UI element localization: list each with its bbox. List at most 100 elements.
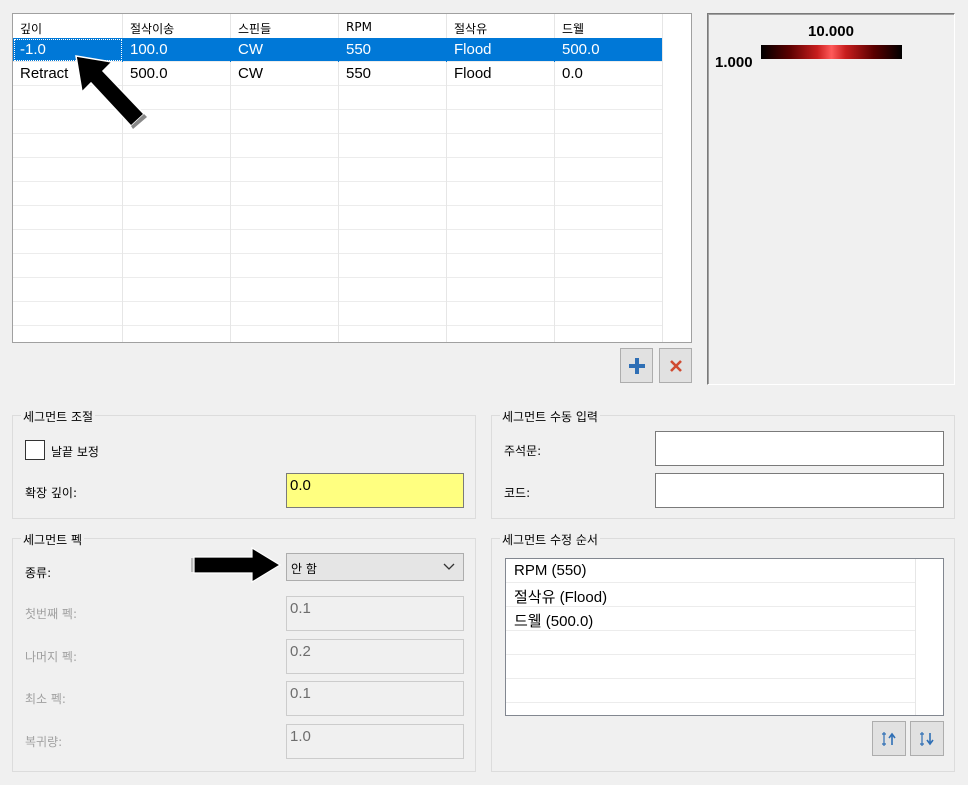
move-down-icon [920,731,934,746]
empty-cell [339,206,447,230]
empty-cell [13,254,123,278]
empty-cell [447,278,555,302]
cell-spindle[interactable]: CW [231,62,339,86]
extend-depth-field[interactable]: 0.0 [286,473,464,508]
list-item-label: RPM (550) [514,562,587,579]
depth-preview-panel: 10.000 1.000 [707,13,955,385]
empty-cell [555,326,663,342]
empty-cell [123,302,231,326]
cell-dwell[interactable]: 500.0 [555,38,663,62]
empty-cell [13,206,123,230]
tip-compensation-checkbox[interactable] [25,440,45,460]
empty-cell [447,110,555,134]
empty-cell [231,326,339,342]
list-item [506,655,915,679]
preview-max-value: 10.000 [808,23,854,40]
empty-cell [123,278,231,302]
move-down-button[interactable] [910,721,944,756]
empty-cell [339,182,447,206]
comment-field[interactable] [655,431,944,466]
empty-cell [231,230,339,254]
group-title: 세그먼트 조절 [21,408,96,425]
empty-cell [447,134,555,158]
empty-cell [447,206,555,230]
empty-cell [13,326,123,342]
retract-label: 복귀량: [25,735,63,749]
empty-cell [447,326,555,342]
empty-cell [123,326,231,342]
empty-cell [339,110,447,134]
empty-table-row [13,158,663,182]
list-item-label: 드웰 (500.0) [514,613,594,630]
first-peck-field[interactable]: 0.1 [286,596,464,631]
delete-row-button[interactable] [659,348,692,383]
segment-order-list[interactable]: RPM (550) 절삭유 (Flood) 드웰 (500.0) [505,558,944,716]
list-item[interactable]: 절삭유 (Flood) [506,583,915,607]
annotation-arrow-up-left [75,55,147,129]
cell-coolant[interactable]: Flood [447,38,555,62]
empty-cell [231,134,339,158]
empty-cell [555,254,663,278]
empty-cell [339,134,447,158]
list-item[interactable]: RPM (550) [506,559,915,583]
empty-cell [339,86,447,110]
list-item-label: 절삭유 (Flood) [514,589,608,606]
empty-cell [447,182,555,206]
empty-cell [231,254,339,278]
rest-peck-label: 나머지 펙: [25,650,78,664]
empty-cell [555,278,663,302]
plus-icon [628,357,645,374]
list-item[interactable]: 드웰 (500.0) [506,607,915,631]
group-title: 세그먼트 펙 [21,531,85,548]
peck-type-dropdown[interactable]: 안 함 [286,553,464,581]
empty-cell [339,230,447,254]
header-coolant[interactable]: 절삭유 [447,14,555,38]
empty-cell [13,158,123,182]
header-depth[interactable]: 깊이 [13,14,123,38]
peck-type-value: 안 함 [291,562,317,576]
header-spindle[interactable]: 스핀들 [231,14,339,38]
empty-cell [555,158,663,182]
empty-cell [555,302,663,326]
empty-cell [555,86,663,110]
code-field[interactable] [655,473,944,508]
empty-table-row [13,134,663,158]
empty-cell [13,134,123,158]
min-peck-field[interactable]: 0.1 [286,681,464,716]
empty-table-row [13,230,663,254]
cell-coolant[interactable]: Flood [447,62,555,86]
first-peck-label: 첫번째 펙: [25,607,78,621]
chevron-down-icon [443,563,455,570]
preview-min-value: 1.000 [715,54,753,71]
empty-cell [13,302,123,326]
empty-table-row [13,326,663,342]
empty-table-row [13,302,663,326]
color-ramp-bar [761,45,902,59]
first-peck-value: 0.1 [290,600,311,617]
empty-cell [13,182,123,206]
empty-cell [123,182,231,206]
cell-rpm[interactable]: 550 [339,38,447,62]
empty-cell [123,230,231,254]
header-dwell[interactable]: 드웰 [555,14,663,38]
peck-type-label: 종류: [25,566,52,580]
header-feed[interactable]: 절삭이송 [123,14,231,38]
rest-peck-field[interactable]: 0.2 [286,639,464,674]
segment-order-group: 세그먼트 수정 순서 RPM (550) 절삭유 (Flood) 드웰 (500… [491,531,955,772]
header-rpm[interactable]: RPM [339,14,447,38]
empty-cell [231,278,339,302]
cell-rpm[interactable]: 550 [339,62,447,86]
segment-adjust-group: 세그먼트 조절 날끝 보정 확장 깊이: 0.0 [12,408,476,519]
empty-cell [447,230,555,254]
move-up-button[interactable] [872,721,906,756]
min-peck-label: 최소 펙: [25,692,66,706]
empty-cell [339,158,447,182]
empty-cell [339,278,447,302]
retract-field[interactable]: 1.0 [286,724,464,759]
cell-spindle[interactable]: CW [231,38,339,62]
empty-cell [555,134,663,158]
empty-cell [231,206,339,230]
add-row-button[interactable] [620,348,653,383]
cell-dwell[interactable]: 0.0 [555,62,663,86]
comment-label: 주석문: [504,444,542,458]
